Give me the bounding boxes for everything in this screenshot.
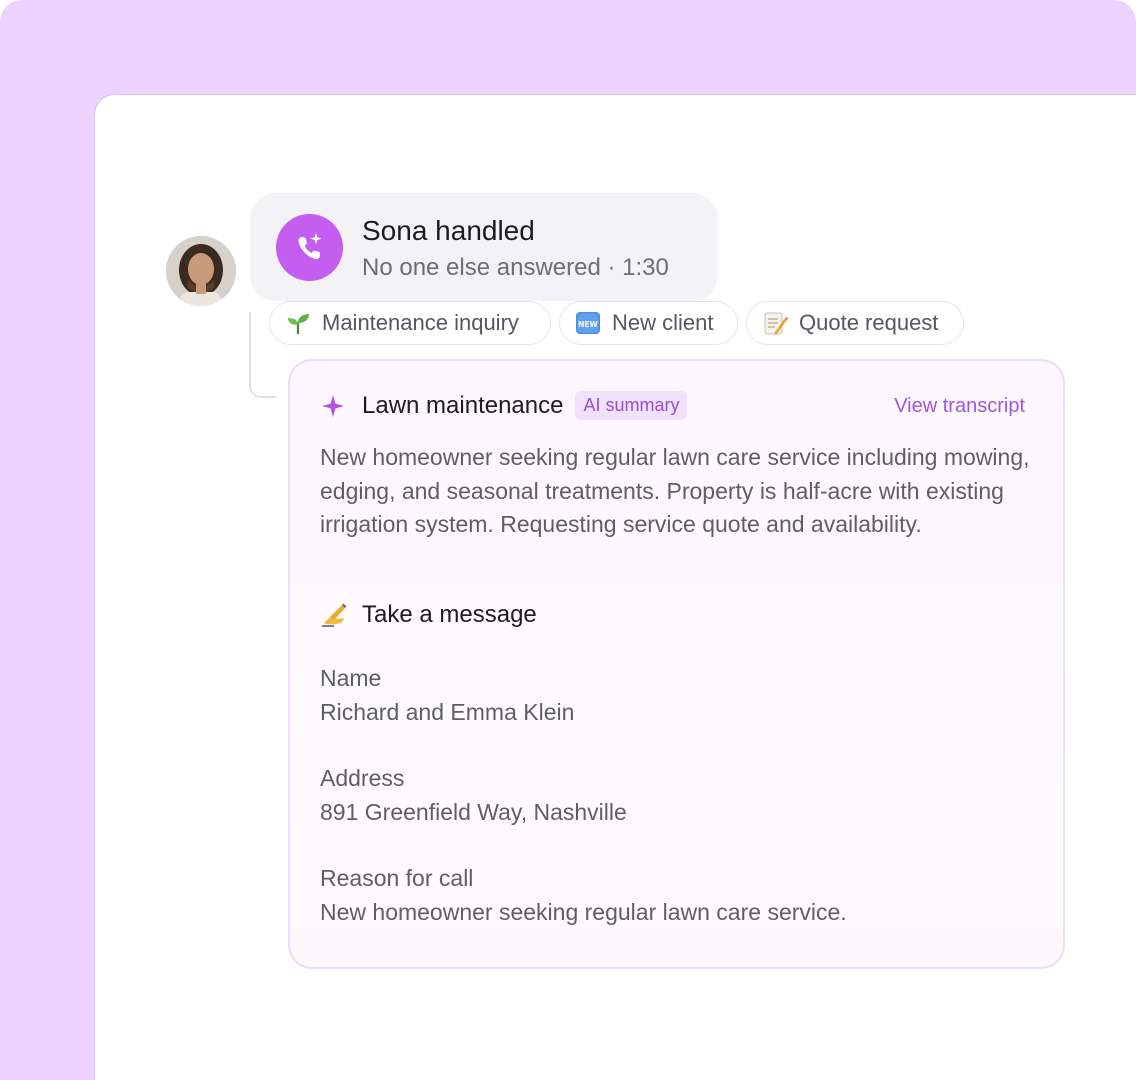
summary-title: Lawn maintenance — [362, 391, 564, 419]
field-label: Reason for call — [320, 865, 474, 891]
tag-maintenance-inquiry[interactable]: Maintenance inquiry — [269, 301, 551, 345]
field-value: 891 Greenfield Way, Nashville — [320, 799, 627, 825]
call-status-bubble: Sona handled No one else answered · 1:30 — [250, 193, 718, 301]
view-transcript-link[interactable]: View transcript — [894, 395, 1025, 418]
sparkle-icon — [322, 394, 344, 417]
status-subtitle: No one else answered · 1:30 — [362, 254, 669, 281]
caller-avatar — [166, 236, 236, 306]
svg-text:NEW: NEW — [578, 320, 598, 329]
field-address: Address 891 Greenfield Way, Nashville — [320, 761, 627, 829]
summary-card: Lawn maintenance AI summary View transcr… — [288, 359, 1065, 969]
caller-avatar-icon — [166, 236, 236, 306]
status-title: Sona handled — [362, 215, 535, 246]
field-reason: Reason for call New homeowner seeking re… — [320, 861, 847, 929]
field-value: Richard and Emma Klein — [320, 699, 575, 725]
field-label: Name — [320, 665, 382, 691]
memo-icon — [761, 309, 789, 337]
tag-label: Maintenance inquiry — [322, 310, 519, 335]
take-message-title: Take a message — [362, 601, 537, 628]
new-badge-icon: NEW — [574, 309, 602, 337]
ai-summary-badge: AI summary — [575, 391, 688, 420]
field-value: New homeowner seeking regular lawn care … — [320, 899, 847, 925]
tag-label: Quote request — [799, 310, 939, 335]
writing-hand-icon — [322, 603, 347, 627]
field-name: Name Richard and Emma Klein — [320, 661, 574, 729]
tag-quote-request[interactable]: Quote request — [746, 301, 964, 345]
tag-label: New client — [612, 310, 714, 335]
seedling-icon — [284, 309, 312, 337]
summary-header: Lawn maintenance AI summary — [320, 391, 688, 420]
summary-text: New homeowner seeking regular lawn care … — [320, 444, 1030, 537]
tag-new-client[interactable]: NEW New client — [559, 301, 738, 345]
phone-sparkle-icon — [276, 214, 343, 281]
field-label: Address — [320, 765, 405, 791]
take-message-header: Take a message — [320, 601, 537, 629]
